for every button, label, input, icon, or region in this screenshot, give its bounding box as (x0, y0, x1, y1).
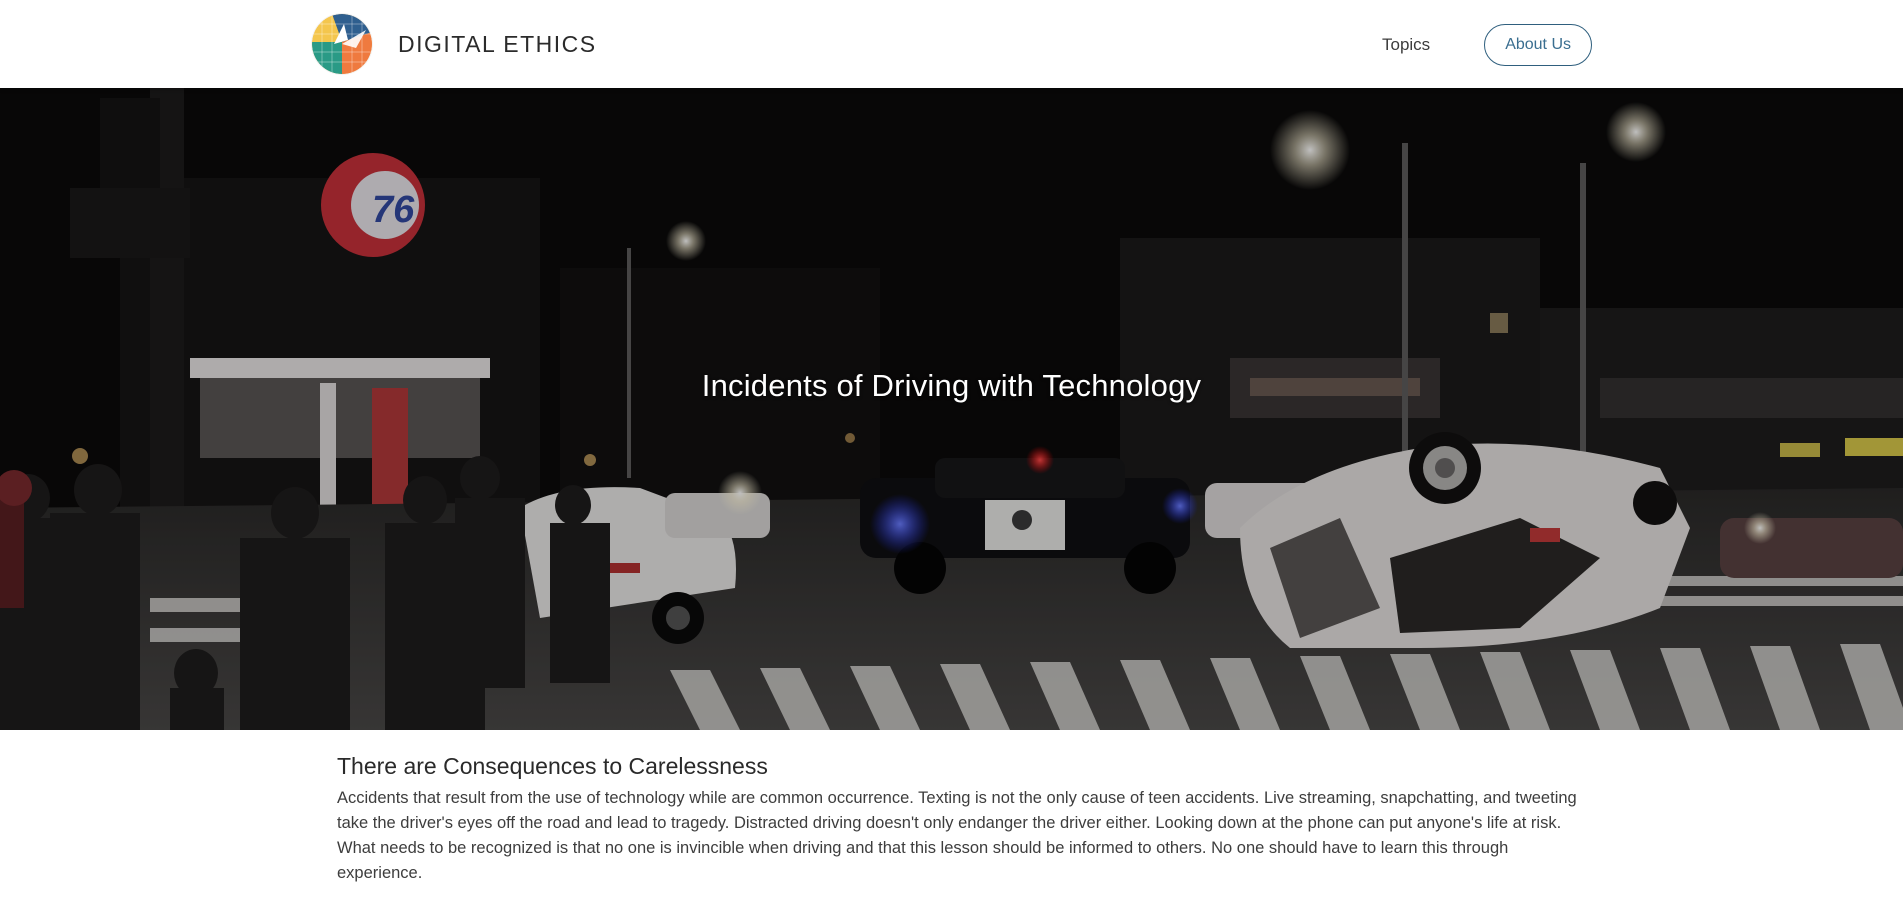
article-section: There are Consequences to Carelessness A… (337, 753, 1577, 886)
hero-title: Incidents of Driving with Technology (701, 368, 1202, 403)
site-header: DIGITAL ETHICS Topics About Us (0, 0, 1903, 88)
nav-link-topics[interactable]: Topics (1382, 35, 1430, 55)
article-body: Accidents that result from the use of te… (337, 789, 1577, 882)
hero-overlay (0, 88, 1903, 730)
globe-logo-icon[interactable] (312, 14, 372, 74)
brand[interactable]: DIGITAL ETHICS (312, 14, 597, 74)
main-nav: Topics About Us (1382, 24, 1592, 66)
article-heading: There are Consequences to Carelessness (337, 753, 768, 779)
about-us-button[interactable]: About Us (1484, 24, 1592, 66)
brand-name[interactable]: DIGITAL ETHICS (398, 31, 597, 58)
hero-banner: 76 Incidents of Driving with Technology (0, 88, 1903, 730)
